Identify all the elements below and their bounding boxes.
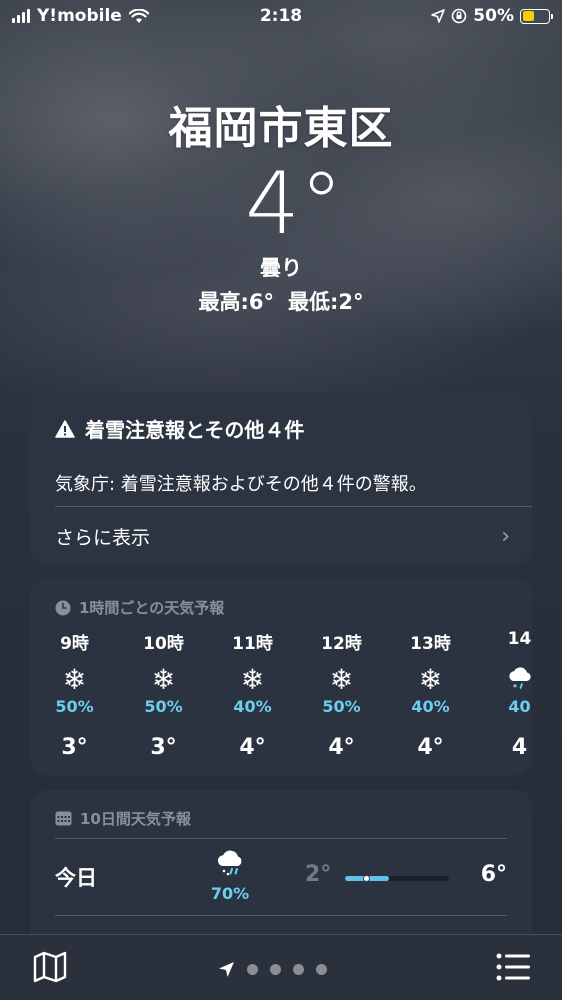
show-more-button[interactable]: さらに表示 ›: [55, 516, 510, 556]
hour-label: 10時: [143, 634, 184, 654]
precip-chance: 50%: [55, 697, 94, 716]
divider: [55, 838, 507, 839]
hourly-forecast-title: 1時間ごとの天気予報: [79, 599, 225, 617]
warning-icon: [55, 419, 75, 438]
alert-header: 着雪注意報とその他４件: [55, 414, 304, 443]
page-dot[interactable]: [247, 964, 258, 975]
divider: [55, 506, 532, 507]
current-condition: 曇り: [260, 256, 302, 280]
hour-label: 12時: [321, 634, 362, 654]
calendar-icon: [55, 811, 72, 826]
current-temperature: 4°: [245, 154, 343, 254]
alert-title: 着雪注意報とその他４件: [85, 418, 305, 442]
hour-temperature: 4°: [417, 735, 444, 760]
precip-chance: 70%: [210, 884, 250, 903]
hour-label: 9時: [60, 634, 89, 654]
high-low: 最高:6° 最低:2°: [0, 286, 562, 316]
snowflake-icon: ❄: [329, 662, 354, 696]
battery-icon: [520, 8, 553, 24]
hour-item: 13時 ❄ 40% 4°: [386, 629, 475, 760]
hour-label: 13時: [410, 634, 451, 654]
rotation-lock-icon: [451, 8, 467, 24]
svg-text:*: *: [513, 683, 517, 692]
hour-item: 14 * 40 4: [475, 629, 532, 760]
hour-temperature: 4: [511, 735, 528, 760]
hour-temperature: 3°: [61, 735, 88, 760]
hour-label: 11時: [232, 634, 273, 654]
location-name: 福岡市東区: [168, 103, 394, 154]
battery-percent: 50%: [473, 6, 514, 26]
ten-day-forecast-title: 10日間天気予報: [80, 810, 191, 828]
hour-item: 11時 ❄ 40% 4°: [208, 629, 297, 760]
high-temperature: 6°: [480, 862, 507, 887]
hourly-forecast-card[interactable]: 1時間ごとの天気予報 9時 ❄ 50% 3° 10時 ❄ 50% 3° 11時 …: [30, 579, 532, 775]
ten-day-forecast-header: 10日間天気予報: [55, 808, 191, 829]
day-label: 今日: [55, 866, 97, 890]
bottom-toolbar: [0, 934, 562, 1000]
hourly-forecast-header: 1時間ごとの天気予報: [55, 597, 224, 618]
precip-chance: 40%: [411, 697, 450, 716]
divider: [55, 915, 507, 916]
precip-chance: 50%: [144, 697, 183, 716]
cloud-sleet-icon: [205, 848, 255, 884]
snowflake-icon: ❄: [240, 662, 265, 696]
low-temperature: 最低:2°: [288, 290, 364, 314]
current-temperature-dot: [362, 875, 370, 882]
page-dot[interactable]: [293, 964, 304, 975]
hour-item: 12時 ❄ 50% 4°: [297, 629, 386, 760]
show-more-label: さらに表示: [55, 526, 151, 549]
page-dot[interactable]: [316, 964, 327, 975]
weather-alert-card[interactable]: 着雪注意報とその他４件 気象庁: 着雪注意報およびその他４件の警報。 さらに表示…: [30, 392, 532, 564]
hour-temperature: 4°: [239, 735, 266, 760]
hour-label: 14: [507, 629, 532, 649]
hour-item: 9時 ❄ 50% 3°: [30, 629, 119, 760]
alert-body: 気象庁: 着雪注意報およびその他４件の警報。: [55, 474, 427, 495]
chevron-right-icon: ›: [501, 523, 510, 549]
location-arrow-icon: [431, 9, 446, 23]
page-dot[interactable]: [270, 964, 281, 975]
low-temperature: 2°: [305, 862, 332, 887]
current-weather: 福岡市東区 4° 曇り 最高:6° 最低:2°: [0, 92, 562, 316]
list-icon[interactable]: [496, 953, 530, 981]
status-bar: Y!mobile 2:18 50%: [0, 0, 562, 34]
precip-chance: 50%: [322, 697, 361, 716]
precip-chance: 40%: [233, 697, 272, 716]
precip-chance: 40: [508, 697, 531, 716]
hourly-list[interactable]: 9時 ❄ 50% 3° 10時 ❄ 50% 3° 11時 ❄ 40% 4° 12…: [30, 629, 532, 760]
snowflake-icon: ❄: [151, 662, 176, 696]
clock-icon: [55, 600, 71, 615]
hour-temperature: 4°: [328, 735, 355, 760]
snowflake-icon: ❄: [418, 662, 443, 696]
page-indicator[interactable]: [218, 961, 327, 978]
high-temperature: 最高:6°: [198, 290, 274, 314]
temperature-range-bar: [345, 875, 449, 882]
snowflake-icon: ❄: [62, 662, 87, 696]
map-icon[interactable]: [33, 951, 67, 983]
day-row-today[interactable]: 今日 70% 2° 6°: [55, 846, 507, 910]
hour-temperature: 3°: [150, 735, 177, 760]
hour-item: 10時 ❄ 50% 3°: [119, 629, 208, 760]
location-arrow-icon[interactable]: [218, 961, 235, 978]
cloud-sleet-icon: *: [506, 661, 533, 697]
